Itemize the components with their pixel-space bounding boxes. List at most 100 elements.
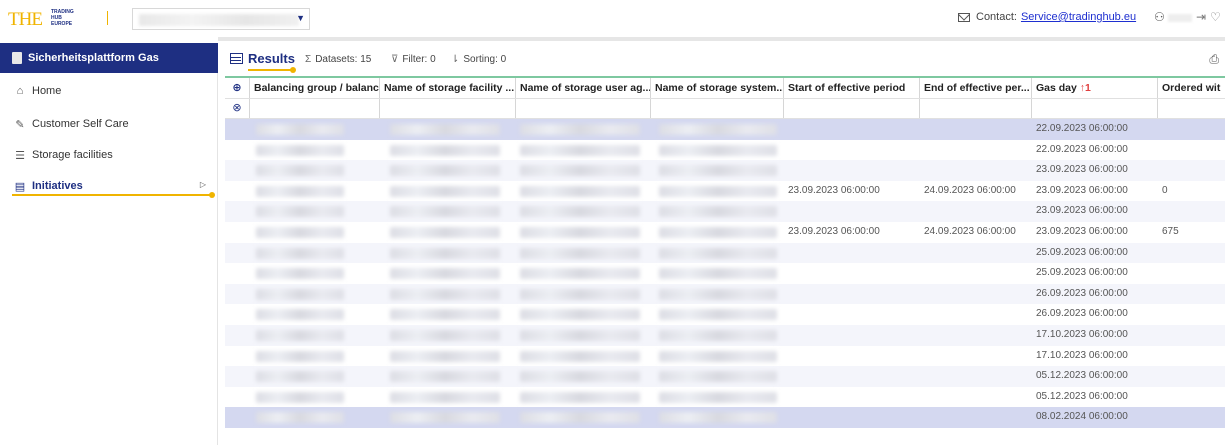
filter-cell[interactable] <box>920 99 1032 118</box>
redacted-value <box>659 329 777 341</box>
table-row[interactable]: 26.09.2023 06:00:00 <box>225 283 1225 305</box>
redacted-value <box>390 391 500 403</box>
column-header-storage-facility[interactable]: Name of storage facility ... <box>380 78 516 98</box>
end-period-cell <box>920 407 1032 428</box>
redacted-value <box>659 247 777 259</box>
filter-cell[interactable] <box>1032 99 1158 118</box>
row-gutter <box>225 243 250 264</box>
clear-filter-icon[interactable]: ⊗ <box>225 99 250 118</box>
sidebar-item-storage-facilities[interactable]: ☰ Storage facilities <box>0 145 218 165</box>
document-icon <box>12 52 22 64</box>
contact-email-link[interactable]: Service@tradinghub.eu <box>1021 11 1136 23</box>
end-period-cell: 24.09.2023 06:00:00 <box>924 184 1016 196</box>
redacted-cell <box>250 346 380 367</box>
column-header-ordered[interactable]: Ordered wit <box>1158 78 1225 98</box>
ordered-cell <box>1158 201 1225 222</box>
end-period-cell <box>920 325 1032 346</box>
filter-cell[interactable] <box>784 99 920 118</box>
filter-cell[interactable] <box>651 99 784 118</box>
redacted-cell <box>516 304 651 325</box>
filter-button[interactable]: ⊽ Filter: 0 <box>391 54 436 65</box>
redacted-cell <box>250 407 380 428</box>
redacted-value <box>256 124 344 135</box>
end-period-cell <box>920 366 1032 387</box>
filter-cell[interactable] <box>380 99 516 118</box>
column-header-storage-user[interactable]: Name of storage user ag... <box>516 78 651 98</box>
start-period-cell <box>784 140 920 161</box>
redacted-value <box>520 309 640 321</box>
redacted-value <box>659 206 777 218</box>
table-row[interactable]: 17.10.2023 06:00:00 <box>225 324 1225 346</box>
sidebar-header[interactable]: Sicherheitsplattform Gas <box>0 43 218 73</box>
start-period-cell <box>784 119 920 140</box>
active-item-indicator <box>12 192 215 198</box>
results-toolbar: Results Σ Datasets: 15 ⊽ Filter: 0 ⇂ Sortin… <box>218 43 1225 75</box>
table-row[interactable]: 05.12.2023 06:00:00 <box>225 366 1225 387</box>
column-header-end-period[interactable]: End of effective per... <box>920 78 1032 98</box>
sidebar-item-home[interactable]: ⌂ Home <box>0 81 218 101</box>
sidebar-title: Sicherheitsplattform Gas <box>28 52 159 64</box>
contact-label: Contact: <box>976 11 1017 23</box>
redacted-value <box>520 268 640 280</box>
redacted-value <box>659 288 777 300</box>
row-gutter <box>225 366 250 387</box>
the-logo[interactable]: THE TRADING HUB EUROPE <box>8 7 128 31</box>
column-header-balancing-group[interactable]: Balancing group / balanc... <box>250 78 380 98</box>
column-header-storage-system[interactable]: Name of storage system... <box>651 78 784 98</box>
ordered-cell: 0 <box>1162 184 1168 196</box>
datasets-count: Σ Datasets: 15 <box>305 54 372 65</box>
redacted-value <box>659 124 777 135</box>
table-row[interactable]: 23.09.2023 06:00:00 <box>225 160 1225 181</box>
redacted-cell <box>250 366 380 387</box>
filter-cell[interactable] <box>250 99 380 118</box>
column-header-gas-day[interactable]: Gas day ↑1 <box>1032 78 1158 98</box>
redacted-cell <box>651 160 784 181</box>
redacted-cell <box>651 325 784 346</box>
ordered-cell <box>1158 325 1225 346</box>
redacted-value <box>659 371 777 383</box>
print-icon[interactable]: ⎙ <box>1209 52 1219 67</box>
favorite-icon[interactable]: ♡ <box>1210 10 1221 24</box>
redacted-value <box>256 391 344 403</box>
company-selector[interactable]: ▼ <box>132 8 310 30</box>
results-tab[interactable]: Results <box>230 51 295 66</box>
home-icon: ⌂ <box>16 85 24 97</box>
redacted-cell <box>380 284 516 305</box>
redacted-value <box>520 206 640 218</box>
add-filter-icon[interactable]: ⊕ <box>225 78 250 98</box>
company-selector-value <box>139 14 299 26</box>
redacted-value <box>256 206 344 218</box>
redacted-cell <box>250 243 380 264</box>
logout-icon[interactable]: ⇥ <box>1196 10 1206 24</box>
table-row[interactable]: 26.09.2023 06:00:00 <box>225 304 1225 325</box>
redacted-cell <box>250 119 380 140</box>
start-period-cell <box>784 366 920 387</box>
user-icon[interactable]: ⚇ <box>1154 11 1166 23</box>
filter-cell[interactable] <box>516 99 651 118</box>
sorting-button[interactable]: ⇂ Sorting: 0 <box>451 54 506 65</box>
table-row[interactable]: 22.09.2023 06:00:00 <box>225 139 1225 161</box>
start-period-cell <box>784 201 920 222</box>
end-period-cell <box>920 160 1032 181</box>
redacted-value <box>520 144 640 156</box>
redacted-value <box>390 247 500 259</box>
table-row[interactable]: 17.10.2023 06:00:00 <box>225 345 1225 367</box>
table-row[interactable]: 23.09.2023 06:00:00 24.09.2023 06:00:00 23… <box>225 180 1225 202</box>
sidebar-item-customer-self-care[interactable]: ✎ Customer Self Care <box>0 114 218 134</box>
redacted-cell <box>380 407 516 428</box>
table-row[interactable]: 22.09.2023 06:00:00 <box>225 119 1225 140</box>
table-row[interactable]: 23.09.2023 06:00:00 <box>225 201 1225 222</box>
table-row[interactable]: 25.09.2023 06:00:00 <box>225 263 1225 284</box>
redacted-value <box>659 185 777 197</box>
table-row[interactable]: 08.02.2024 06:00:00 <box>225 407 1225 428</box>
column-header-start-period[interactable]: Start of effective period <box>784 78 920 98</box>
filter-cell[interactable] <box>1158 99 1225 118</box>
row-gutter <box>225 325 250 346</box>
table-row[interactable]: 25.09.2023 06:00:00 <box>225 242 1225 264</box>
gas-day-cell: 08.02.2024 06:00:00 <box>1036 411 1128 423</box>
table-row[interactable]: 05.12.2023 06:00:00 <box>225 386 1225 408</box>
ordered-cell <box>1158 160 1225 181</box>
table-row[interactable]: 23.09.2023 06:00:00 24.09.2023 06:00:00 23… <box>225 221 1225 243</box>
sidebar-item-initiatives[interactable]: ▤ Initiatives ▷ <box>0 176 218 196</box>
redacted-cell <box>380 325 516 346</box>
